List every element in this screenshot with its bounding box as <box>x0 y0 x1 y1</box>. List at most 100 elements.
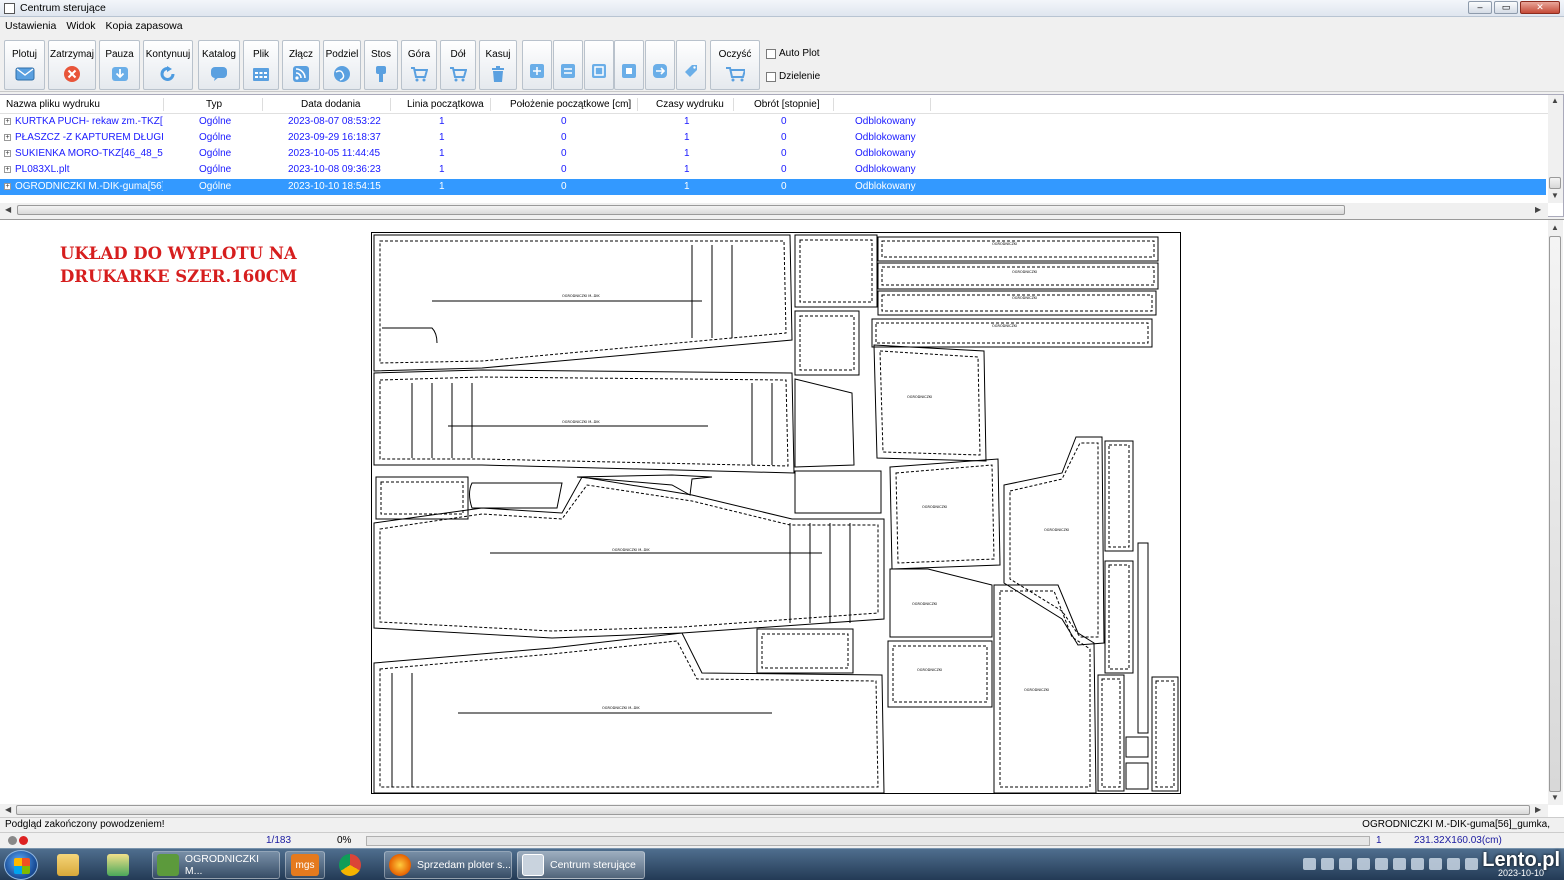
calendar-icon <box>251 66 271 82</box>
system-tray <box>1303 858 1478 870</box>
column-date[interactable]: Data dodania <box>301 99 361 110</box>
column-rotation[interactable]: Obrót [stopnie] <box>754 99 820 110</box>
down-button[interactable]: Dół <box>440 40 476 90</box>
catalog-button[interactable]: Katalog <box>198 40 240 90</box>
delete-button[interactable]: Kasuj <box>479 40 517 90</box>
column-filename[interactable]: Nazwa pliku wydruku <box>6 99 100 110</box>
close-button[interactable]: ✕ <box>1520 1 1560 14</box>
stop-icon <box>62 66 82 82</box>
list-item-selected[interactable]: + OGRODNICZKI M.-DIK-guma[56]_... Ogólne… <box>0 179 1546 195</box>
list-item[interactable]: + SUKIENKA MORO-TKZ[46_48_50]... Ogólne … <box>0 146 1546 162</box>
file-button[interactable]: Plik <box>243 40 279 90</box>
maps-icon <box>107 854 129 876</box>
svg-text:OGRODNICZKI M.-DIK: OGRODNICZKI M.-DIK <box>612 548 650 552</box>
continue-button[interactable]: Kontynuuj <box>143 40 193 90</box>
zoom-width-button[interactable] <box>553 40 583 90</box>
taskbar-app[interactable] <box>102 851 142 879</box>
page-counter: 1/183 <box>266 835 292 846</box>
taskbar-control-center[interactable]: Centrum sterujące <box>517 851 645 879</box>
zoom-fit-button[interactable] <box>522 40 552 90</box>
svg-text:OGRODNICZKI M.-DIK: OGRODNICZKI M.-DIK <box>562 420 600 424</box>
scroll-left-icon[interactable]: ◀ <box>5 805 11 814</box>
pause-button[interactable]: Pauza <box>99 40 140 90</box>
zoom-page-icon <box>591 63 607 82</box>
taskbar-firefox[interactable]: Sprzedam ploter s... <box>384 851 512 879</box>
scroll-down-icon[interactable]: ▼ <box>1551 793 1559 802</box>
tray-icon[interactable] <box>1303 858 1316 870</box>
network-icon[interactable] <box>1393 858 1406 870</box>
chrome-icon <box>339 854 361 876</box>
taskbar-chrome[interactable] <box>334 851 378 879</box>
tray-icon[interactable] <box>1465 858 1478 870</box>
tray-icon[interactable] <box>1429 858 1442 870</box>
taskbar: OGRODNICZKI M... mgs Sprzedam ploter s..… <box>0 848 1564 880</box>
list-item[interactable]: + PL083XL.plt Ogólne 2023-10-08 09:36:23… <box>0 162 1546 178</box>
menu-view[interactable]: Widok <box>66 20 95 32</box>
pause-download-icon <box>110 66 130 82</box>
svg-text:OGRODNICZKI M.-DIK: OGRODNICZKI M.-DIK <box>562 294 600 298</box>
progress-bar <box>366 836 1370 846</box>
clock-date[interactable]: 2023-10-10 <box>1498 868 1544 878</box>
zoom-width-icon <box>560 63 576 82</box>
scroll-right-icon[interactable]: ▶ <box>1535 805 1541 814</box>
taskbar-explorer[interactable] <box>52 851 92 879</box>
preview-horizontal-scrollbar[interactable]: ◀ ▶ <box>0 804 1548 817</box>
start-button[interactable] <box>4 850 38 880</box>
split-button[interactable]: Podziel <box>323 40 361 90</box>
list-item[interactable]: + KURTKA PUCH- rekaw zm.-TKZ[XS... Ogóln… <box>0 114 1546 130</box>
split-checkbox[interactable]: Dzielenie <box>766 71 820 82</box>
list-horizontal-scrollbar[interactable]: ◀ ▶ <box>0 203 1548 217</box>
speech-bubble-icon <box>209 66 229 82</box>
tray-icon[interactable] <box>1411 858 1424 870</box>
taskbar-mgs[interactable]: mgs <box>285 851 325 879</box>
list-item[interactable]: + PŁASZCZ -Z KAPTUREM DŁUGI -... Ogólne … <box>0 130 1546 146</box>
scroll-up-icon[interactable]: ▲ <box>1551 96 1559 105</box>
svg-text:OGRODNICZKI: OGRODNICZKI <box>922 505 947 509</box>
stack-button[interactable]: Stos <box>364 40 398 90</box>
scroll-down-icon[interactable]: ▼ <box>1551 191 1559 200</box>
column-start-position[interactable]: Położenie początkowe [cm] <box>510 99 631 110</box>
svg-text:OGRODNICZKI: OGRODNICZKI <box>1012 296 1037 300</box>
expand-icon[interactable]: + <box>4 118 11 125</box>
preview-annotation: UKŁAD DO WYPLOTU NA DRUKARKE SZER.160CM <box>60 244 298 286</box>
scroll-up-icon[interactable]: ▲ <box>1551 223 1559 232</box>
zoom-actual-button[interactable] <box>614 40 644 90</box>
menu-settings[interactable]: Ustawienia <box>5 20 56 32</box>
scroll-left-icon[interactable]: ◀ <box>5 205 11 214</box>
zoom-page-button[interactable] <box>584 40 614 90</box>
tray-icon[interactable] <box>1375 858 1388 870</box>
preview-vertical-scrollbar[interactable]: ▲ ▼ <box>1548 220 1563 805</box>
tray-icon[interactable] <box>1321 858 1334 870</box>
menu-backup[interactable]: Kopia zapasowa <box>106 20 183 32</box>
error-indicator-icon <box>19 836 28 845</box>
printer-icon[interactable] <box>1447 858 1460 870</box>
merge-button[interactable]: Złącz <box>282 40 320 90</box>
cart-clear-icon <box>725 66 745 82</box>
column-print-times[interactable]: Czasy wydruku <box>656 99 724 110</box>
expand-icon[interactable]: + <box>4 183 11 190</box>
title-bar: Centrum sterujące – ▭ ✕ <box>0 0 1564 17</box>
cart-down-icon <box>448 66 468 82</box>
next-button[interactable] <box>645 40 675 90</box>
expand-icon[interactable]: + <box>4 150 11 157</box>
clear-button[interactable]: Oczyść <box>710 40 760 90</box>
firefox-icon <box>389 854 411 876</box>
stop-button[interactable]: Zatrzymaj <box>48 40 96 90</box>
volume-icon[interactable] <box>1339 858 1352 870</box>
scroll-right-icon[interactable]: ▶ <box>1535 205 1541 214</box>
minimize-button[interactable]: – <box>1468 1 1492 14</box>
column-type[interactable]: Typ <box>206 99 222 110</box>
auto-plot-checkbox[interactable]: Auto Plot <box>766 48 820 59</box>
taskbar-plotter-app[interactable]: OGRODNICZKI M... <box>152 851 280 879</box>
plot-button[interactable]: Plotuj <box>4 40 45 90</box>
column-start-line[interactable]: Linia początkowa <box>407 99 484 110</box>
refresh-icon <box>158 66 178 82</box>
tag-button[interactable] <box>676 40 706 90</box>
up-button[interactable]: Góra <box>401 40 437 90</box>
tray-icon[interactable] <box>1357 858 1370 870</box>
stack-icon <box>371 66 391 82</box>
expand-icon[interactable]: + <box>4 134 11 141</box>
list-vertical-scrollbar[interactable]: ▲ ▼ <box>1548 95 1563 203</box>
expand-icon[interactable]: + <box>4 166 11 173</box>
maximize-button[interactable]: ▭ <box>1494 1 1518 14</box>
